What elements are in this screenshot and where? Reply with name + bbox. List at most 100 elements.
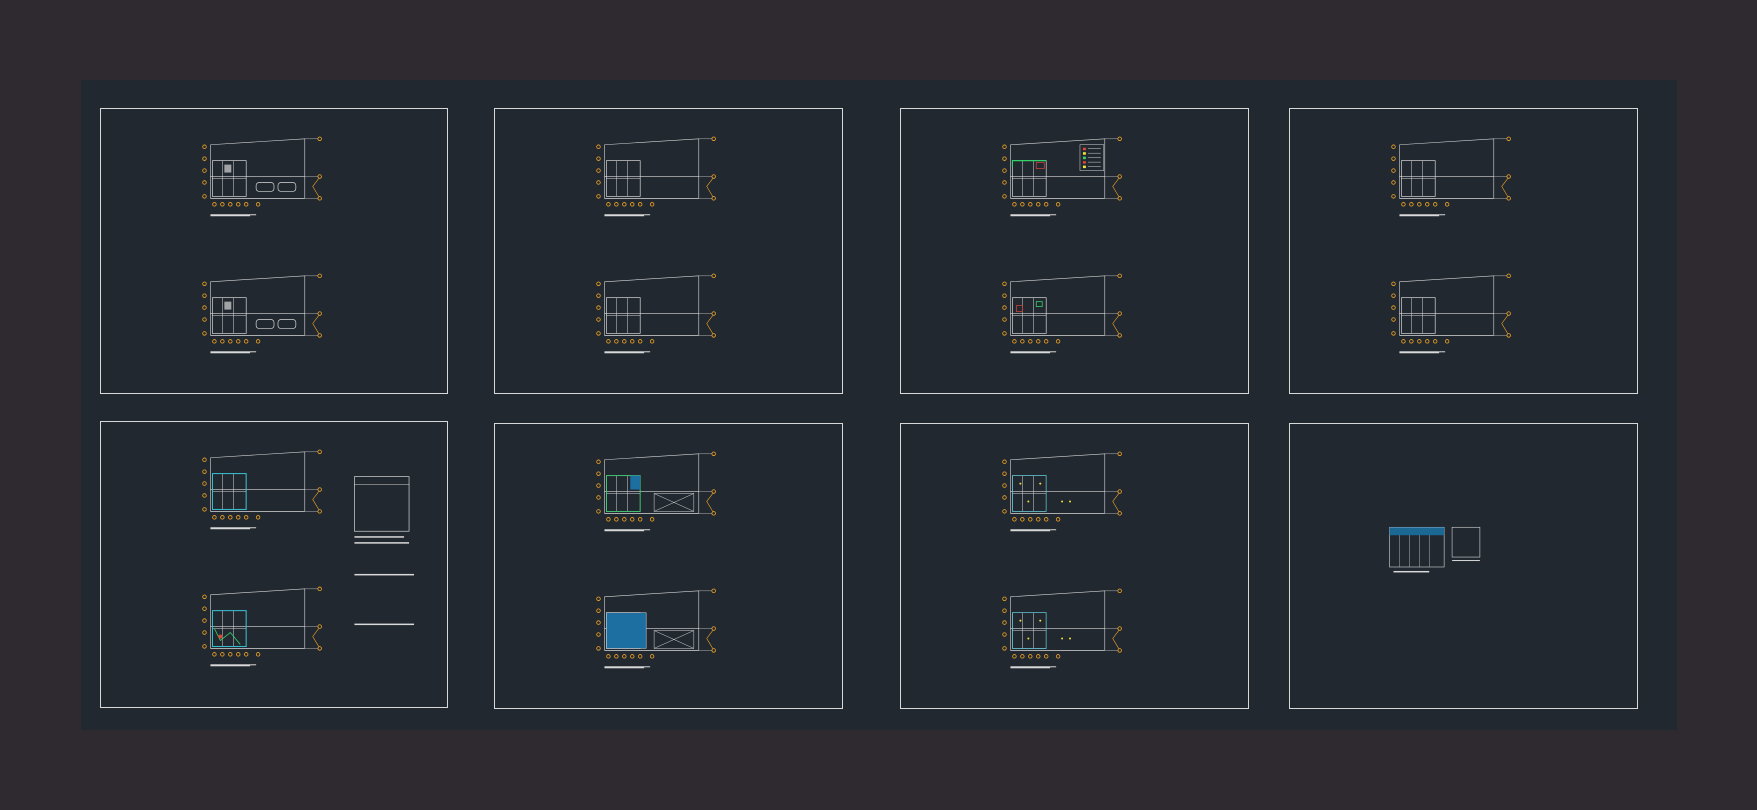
grid-bubble-right (1117, 451, 1122, 456)
plan-title-bar (210, 527, 251, 530)
grid-bubble-right (317, 449, 322, 454)
plan-title-bar (1010, 666, 1051, 669)
plan-scale-bar (1439, 214, 1446, 216)
grid-bubble-bottom (606, 202, 611, 207)
grid-bubble-left (1002, 168, 1007, 173)
grid-bubble-right (317, 487, 322, 492)
grid-bubble-bottom (1425, 202, 1430, 207)
grid-bubble-left (202, 493, 207, 498)
grid-bubble-bottom (1055, 517, 1061, 522)
grid-bubble-bottom (228, 339, 233, 344)
sheet-6-drawing (596, 451, 716, 669)
grid-bubble-left (1002, 646, 1007, 651)
layout-sheet-7[interactable] (900, 423, 1249, 709)
grid-bubble-left (1002, 144, 1007, 149)
plan-scale-bar (1439, 351, 1446, 353)
grid-bubble-right (317, 646, 322, 651)
grid-bubble-left (1002, 632, 1007, 637)
grid-bubble-bottom (1036, 654, 1041, 659)
grid-bubble-bottom (630, 202, 635, 207)
grid-bubble-bottom (1409, 339, 1414, 344)
grid-bubble-bottom (212, 515, 217, 520)
green-piping (214, 628, 241, 645)
layout-sheet-1[interactable] (100, 108, 448, 394)
grid-bubble-bottom (1020, 654, 1025, 659)
grid-bubble-left (596, 331, 601, 336)
layout-sheet-6[interactable] (494, 423, 843, 709)
blue-slab (606, 612, 647, 649)
grid-bubble-left (1002, 293, 1007, 298)
plan-scale-bar (250, 351, 257, 353)
grid-bubble-left (1002, 305, 1007, 310)
grid-bubble-left (1002, 331, 1007, 336)
legend-swatch (1082, 156, 1086, 160)
site-outline (604, 138, 700, 199)
grid-bubble-bottom (255, 515, 261, 520)
grid-bubble-bottom (236, 202, 241, 207)
floor-plan-2 (596, 273, 716, 354)
floor-plan-1 (596, 451, 716, 532)
grid-bubble-bottom (1044, 339, 1049, 344)
plan-scale-bar (644, 666, 651, 668)
blue-slab (630, 475, 641, 490)
grid-bubble-left (202, 305, 207, 310)
section-detail-box (1451, 526, 1481, 558)
layout-sheet-8[interactable] (1289, 423, 1638, 709)
building-section (1389, 526, 1481, 573)
plan-title-bar (604, 529, 645, 532)
light-fixture (1039, 619, 1042, 622)
grid-bubble-right (1506, 311, 1511, 316)
plan-title-bar (1399, 214, 1440, 217)
grid-bubble-left (1002, 620, 1007, 625)
grid-bubble-bottom (228, 515, 233, 520)
layout-sheet-5[interactable] (100, 421, 448, 708)
grid-bubble-bottom (630, 517, 635, 522)
dimension-leader (706, 630, 713, 649)
layout-sheet-3[interactable] (900, 108, 1249, 394)
grid-bubble-right (1117, 626, 1122, 631)
plan-scale-bar (250, 664, 257, 666)
grid-bubble-bottom (1020, 517, 1025, 522)
grid-bubble-left (596, 180, 601, 185)
grid-bubble-right (711, 511, 716, 516)
grid-bubble-right (711, 136, 716, 141)
green-marker (1035, 301, 1043, 308)
stair-block (224, 301, 232, 310)
cad-viewport[interactable] (0, 0, 1757, 810)
grid-bubble-left (202, 194, 207, 199)
legend-swatch (1082, 152, 1086, 155)
layout-sheet-2[interactable] (494, 108, 843, 394)
grid-bubble-left (596, 608, 601, 613)
grid-bubble-left (596, 509, 601, 514)
site-outline (1010, 275, 1106, 336)
plan-scale-bar (250, 214, 257, 216)
sheet-8-drawing (1389, 526, 1481, 573)
dimension-leader (1112, 178, 1119, 197)
grid-bubble-left (202, 293, 207, 298)
grid-bubble-right (1506, 196, 1511, 201)
grid-bubble-right (1117, 648, 1122, 653)
light-fixture (1019, 482, 1022, 485)
floor-plan-1 (1002, 451, 1122, 532)
grid-bubble-bottom (1028, 654, 1033, 659)
floor-plan-2 (202, 586, 322, 667)
plan-scale-bar (644, 214, 651, 216)
dimension-leader (1112, 493, 1119, 512)
grid-bubble-left (202, 630, 207, 635)
grid-bubble-bottom (630, 654, 635, 659)
grid-bubble-right (1117, 196, 1122, 201)
grid-bubble-bottom (1433, 339, 1438, 344)
grid-bubble-left (202, 594, 207, 599)
model-space-canvas[interactable] (81, 80, 1677, 730)
plan-title-bar (604, 666, 645, 669)
grid-bubble-left (596, 317, 601, 322)
layout-sheet-4[interactable] (1289, 108, 1638, 394)
grid-bubble-bottom (228, 652, 233, 657)
plan-title-bar (604, 351, 645, 354)
grid-bubble-bottom (212, 339, 217, 344)
grid-bubble-bottom (236, 652, 241, 657)
dimension-leader (706, 178, 713, 197)
dimension-leader (1501, 315, 1508, 334)
grid-bubble-left (1002, 596, 1007, 601)
grid-bubble-right (711, 451, 716, 456)
